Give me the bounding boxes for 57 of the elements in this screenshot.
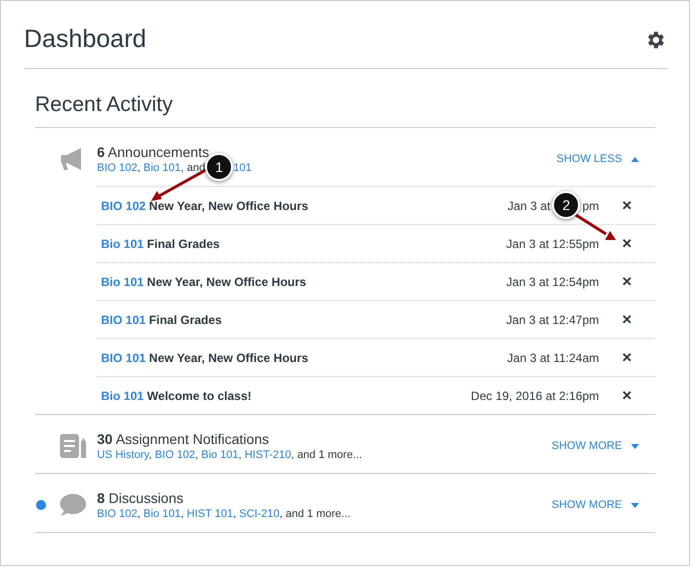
- course-link[interactable]: Bio 101: [201, 449, 239, 461]
- separator-text: ,: [233, 508, 236, 520]
- date-text: Jan 3 at: [508, 198, 550, 212]
- separator-text: ,: [148, 449, 152, 461]
- speech-bubble-icon: [59, 493, 87, 517]
- close-button[interactable]: ✕: [599, 274, 655, 289]
- course-link[interactable]: BIO 102: [101, 198, 146, 212]
- course-link[interactable]: HIST 101: [186, 508, 234, 520]
- separator-text: ,: [238, 449, 242, 461]
- separator-text: ,: [195, 449, 198, 461]
- assignment-icon: [59, 433, 87, 459]
- announcement-link[interactable]: Final Grades: [149, 312, 222, 326]
- close-button[interactable]: ✕: [599, 312, 655, 327]
- announcement-link[interactable]: New Year, New Office Hours: [147, 274, 306, 288]
- course-summary: , and: [180, 162, 206, 174]
- section-title: Recent Activity: [35, 69, 655, 128]
- date-text: Dec 19, 2016 at 2:16pm: [470, 388, 599, 402]
- announcement-link[interactable]: Welcome to class!: [147, 388, 252, 402]
- course-link[interactable]: US History: [97, 449, 149, 461]
- course-link[interactable]: BIO 102: [97, 162, 138, 174]
- date-text: Jan 3 at 12:47pm: [506, 312, 599, 326]
- close-button[interactable]: ✕: [599, 198, 655, 213]
- announcement-link[interactable]: Final Grades: [147, 236, 220, 250]
- course-link[interactable]: BIO 101: [101, 312, 146, 326]
- separator-text: ,: [137, 162, 140, 174]
- group-title: 8 Discussions: [97, 490, 184, 506]
- announcement-link[interactable]: New Year, New Office Hours: [149, 350, 308, 364]
- course-summary: , and 1 more...: [291, 449, 362, 461]
- toggle-button[interactable]: SHOW LESS: [556, 153, 639, 165]
- course-link[interactable]: Bio 101: [143, 508, 181, 520]
- course-link[interactable]: Bio 101: [143, 162, 181, 174]
- course-summary: , and 1 more...: [280, 508, 350, 520]
- course-link[interactable]: SCI-210: [239, 508, 280, 520]
- unread-dot: [36, 500, 46, 510]
- date-text: Jan 3 at 11:24am: [507, 350, 599, 364]
- course-link[interactable]: BIO 101: [101, 350, 146, 364]
- group-title: 30 Assignment Notifications: [97, 431, 270, 447]
- course-link[interactable]: HIST-210: [244, 449, 292, 461]
- course-link[interactable]: BIO 102: [97, 508, 138, 520]
- date-text: Jan 3 at 12:55pm: [506, 236, 599, 250]
- toggle-button[interactable]: SHOW MORE: [552, 499, 639, 511]
- course-link[interactable]: 101: [233, 162, 252, 174]
- separator-text: ,: [137, 508, 140, 520]
- course-link[interactable]: Bio 101: [101, 236, 144, 250]
- toggle-button[interactable]: SHOW MORE: [552, 440, 639, 452]
- callout-badge: 2: [552, 190, 580, 218]
- course-link[interactable]: BIO 102: [154, 449, 196, 461]
- page-title: Dashboard: [24, 25, 146, 54]
- course-link[interactable]: Bio 101: [101, 274, 144, 288]
- announcement-link[interactable]: New Year, New Office Hours: [149, 198, 308, 212]
- date-text: pm: [582, 198, 599, 212]
- separator-text: ,: [180, 508, 184, 520]
- close-button[interactable]: ✕: [599, 350, 655, 365]
- date-text: Jan 3 at 12:54pm: [506, 274, 599, 288]
- close-button[interactable]: ✕: [599, 236, 655, 251]
- close-button[interactable]: ✕: [599, 388, 655, 403]
- course-link[interactable]: Bio 101: [101, 388, 144, 402]
